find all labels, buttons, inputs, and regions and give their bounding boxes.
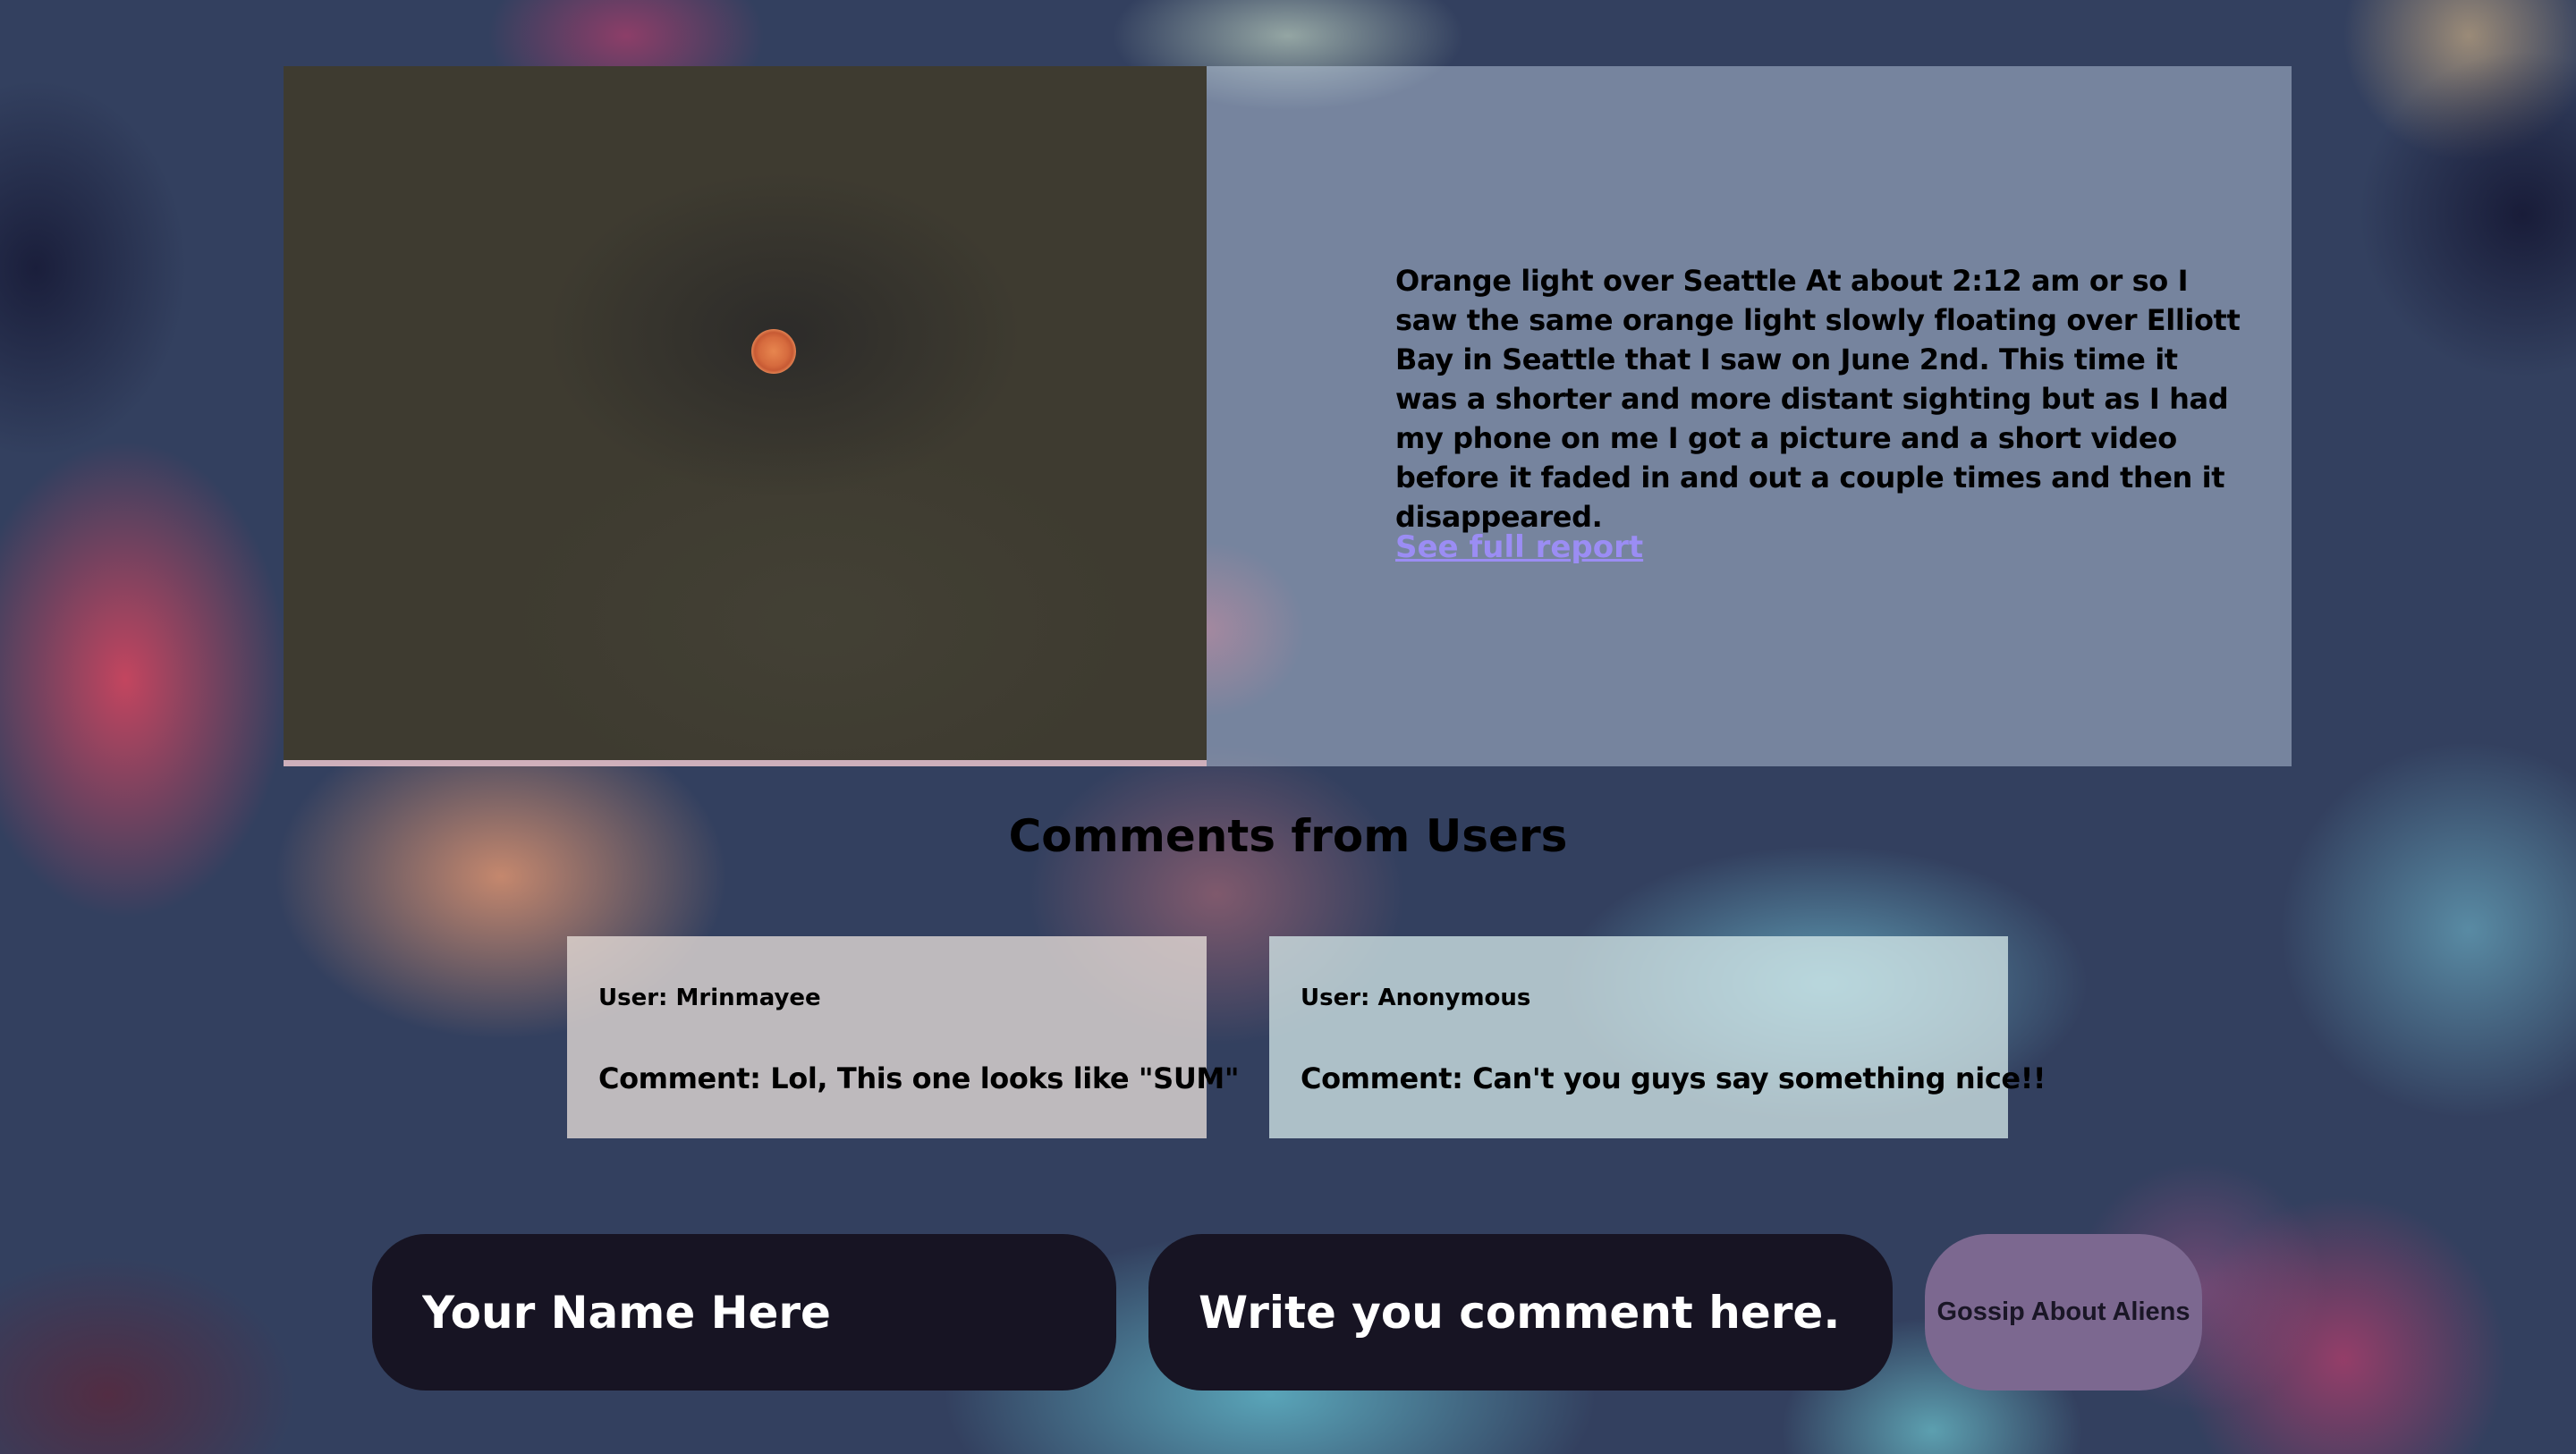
report-description: Orange light over Seattle At about 2:12 … xyxy=(1395,264,2241,534)
image-underline xyxy=(284,760,1207,766)
comment-text: Comment: Can't you guys say something ni… xyxy=(1301,1061,2046,1095)
sighting-photo xyxy=(284,66,1207,760)
comment-text: Comment: Lol, This one looks like "SUM" xyxy=(598,1061,1240,1095)
comment-input[interactable] xyxy=(1148,1234,1893,1391)
sighting-report-card: Orange light over Seattle At about 2:12 … xyxy=(284,66,2292,766)
orange-light-orb xyxy=(751,329,796,374)
name-input[interactable] xyxy=(372,1234,1116,1391)
see-full-report-link[interactable]: See full report xyxy=(1395,529,1643,565)
comment-card: User: Anonymous Comment: Can't you guys … xyxy=(1269,936,2046,1138)
comment-card: User: Mrinmayee Comment: Lol, This one l… xyxy=(567,936,1240,1138)
gossip-submit-button[interactable]: Gossip About Aliens xyxy=(1925,1234,2202,1391)
comments-heading: Comments from Users xyxy=(1008,810,1568,862)
comment-user: User: Mrinmayee xyxy=(598,985,821,1011)
comment-user: User: Anonymous xyxy=(1301,985,1531,1011)
